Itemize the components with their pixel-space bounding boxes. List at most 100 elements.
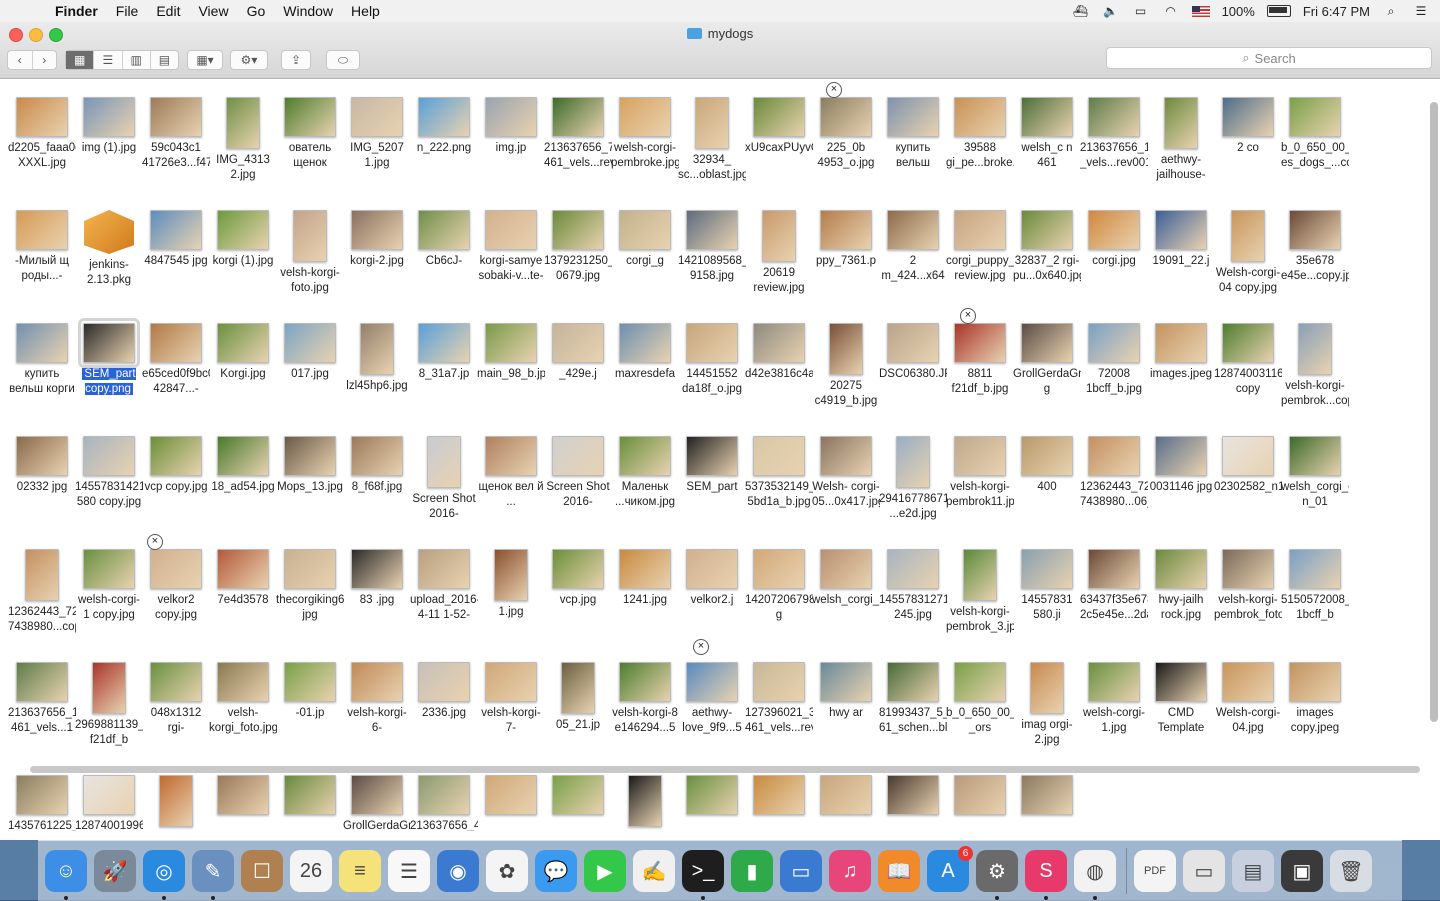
- file-item[interactable]: Welsh-corgi-04 copy.jpg: [1214, 210, 1282, 296]
- file-item[interactable]: welsh_c n 461: [1013, 97, 1081, 171]
- file-item[interactable]: 5373532149_d7fc1 5bd1a_b.jpg: [745, 436, 813, 510]
- file-item[interactable]: img.jp: [477, 97, 545, 156]
- file-item[interactable]: images copy.jpeg: [1281, 662, 1349, 736]
- dock-notes-icon[interactable]: ≡: [339, 850, 381, 892]
- file-item[interactable]: 20619 review.jpg: [745, 210, 813, 296]
- dock-downloads-stack-icon[interactable]: ▤: [1232, 850, 1274, 892]
- file-item[interactable]: velsh-korgi- pembrok...copy.jpg: [1281, 323, 1349, 409]
- file-item[interactable]: korgi-samye sobaki-v...te-23.jpg: [477, 210, 545, 284]
- file-item[interactable]: jenkins-2.13.pkg: [75, 210, 143, 288]
- file-item[interactable]: 39588 gi_pe...broke.jpg: [946, 97, 1014, 171]
- file-item[interactable]: velkor2.j: [678, 549, 746, 608]
- action-gear-button[interactable]: ⚙▾: [230, 50, 268, 70]
- dock-trash-icon[interactable]: 🗑: [1330, 850, 1372, 892]
- file-item[interactable]: corgi_g: [611, 210, 679, 269]
- cover-flow-button[interactable]: ▤: [151, 51, 178, 69]
- notification-center-icon[interactable]: ☰: [1412, 4, 1430, 18]
- file-item[interactable]: velsh-korgi_foto.jpg: [209, 662, 277, 736]
- file-item[interactable]: 0031146 jpg: [1147, 436, 1215, 495]
- file-item[interactable]: 12362443_724 7438980...copy.jpg: [8, 549, 76, 635]
- close-icon[interactable]: ×: [960, 308, 976, 324]
- battery-icon[interactable]: [1266, 5, 1291, 17]
- file-item[interactable]: IMG_5207 1.jpg: [343, 97, 411, 171]
- file-item[interactable]: Screen Shot 2016-08....40.17 PM: [544, 436, 612, 510]
- menu-window[interactable]: Window: [274, 3, 342, 19]
- menu-clock[interactable]: Fri 6:47 PM: [1303, 4, 1370, 19]
- file-item[interactable]: welsh-corgi- pembroke.jpg: [611, 97, 679, 171]
- file-item[interactable]: korgi (1).jpg: [209, 210, 277, 269]
- file-item[interactable]: welsh_corgi_1.jpg: [812, 549, 880, 608]
- file-item[interactable]: velsh-korgi- pembrok_foto.jpg: [1214, 549, 1282, 623]
- file-item[interactable]: [745, 775, 813, 819]
- file-item[interactable]: ователь щенок в...диган.jpg: [276, 97, 344, 171]
- dock-keynote-icon[interactable]: ▭: [780, 850, 822, 892]
- file-item[interactable]: 7e4d3578: [209, 549, 277, 608]
- file-item[interactable]: [946, 775, 1014, 819]
- file-item[interactable]: images.jpeg: [1147, 323, 1215, 382]
- search-field[interactable]: ⌕ Search: [1106, 47, 1432, 69]
- file-item[interactable]: corgi_puppy_7458.p review.jpg: [946, 210, 1014, 284]
- file-item[interactable]: [276, 775, 344, 819]
- battery-percent[interactable]: 100%: [1222, 4, 1255, 19]
- file-item[interactable]: 400: [1013, 436, 1081, 495]
- file-item[interactable]: 18_ad54.jpg: [209, 436, 277, 495]
- file-item[interactable]: e65ced0f9bc0 42847...-korgi.jpg: [142, 323, 210, 397]
- dock-textedit-icon[interactable]: ✍: [633, 850, 675, 892]
- file-item[interactable]: main_98_b.jpg: [477, 323, 545, 382]
- file-item[interactable]: velsh-korgi- pembrok11.jpg: [946, 436, 1014, 510]
- file-item[interactable]: 8_31a7.jp: [410, 323, 478, 382]
- file-item[interactable]: 1241.jpg: [611, 549, 679, 608]
- volume-icon[interactable]: 🔈: [1102, 4, 1120, 18]
- file-item[interactable]: [1013, 775, 1081, 819]
- file-item[interactable]: velsh-korgi- pembrok_3.jpg: [946, 549, 1014, 635]
- file-item[interactable]: 5150572008_7a701 1bcff_b copy.jpg: [1281, 549, 1349, 623]
- file-item[interactable]: Screen Shot 2016-08....59.34 PM: [410, 436, 478, 522]
- file-item[interactable]: 128740019969 copy.jpg: [75, 775, 143, 831]
- dock-chrome-icon[interactable]: ◍: [1074, 850, 1116, 900]
- file-item[interactable]: SEM_part: [678, 436, 746, 495]
- file-item[interactable]: hwy ar: [812, 662, 880, 721]
- file-item[interactable]: 2 co: [1214, 97, 1282, 156]
- horizontal-scrollbar[interactable]: [30, 766, 1420, 773]
- file-item[interactable]: -01.jp: [276, 662, 344, 721]
- file-item[interactable]: imag orgi-2.jpg: [1013, 662, 1081, 748]
- file-item[interactable]: 8811 f21df_b.jpg: [946, 323, 1014, 397]
- file-item[interactable]: 35e678 e45e...copy.jpg: [1281, 210, 1349, 284]
- file-item[interactable]: Cb6cJ-: [410, 210, 478, 269]
- file-item[interactable]: 05_21.jp: [544, 662, 612, 733]
- file-item[interactable]: velsh-korgi-7- e146294...0898.jpg: [477, 662, 545, 736]
- file-item[interactable]: velkor2 copy.jpg: [142, 549, 210, 623]
- dock-window-stack-icon[interactable]: ▣: [1281, 850, 1323, 892]
- back-button[interactable]: ‹: [8, 51, 33, 69]
- file-item[interactable]: Korgi.jpg: [209, 323, 277, 382]
- dock-photo-booth-icon[interactable]: ◉: [437, 850, 479, 892]
- file-item[interactable]: img (1).jpg: [75, 97, 143, 156]
- file-item[interactable]: 8_f68f.jpg: [343, 436, 411, 495]
- file-item[interactable]: 81993437_5_644x4 61_schen...blast.jpg: [879, 662, 947, 736]
- file-item[interactable]: 12362443_7241924 7438980...06_n.jpg: [1080, 436, 1148, 510]
- menu-view[interactable]: View: [189, 3, 237, 19]
- arrange-button[interactable]: ▦▾: [187, 50, 223, 70]
- dock-safari-icon[interactable]: ◎: [143, 850, 185, 900]
- file-item[interactable]: hwy-jailh rock.jpg: [1147, 549, 1215, 623]
- file-item[interactable]: [477, 775, 545, 819]
- dock-document-icon[interactable]: PDF: [1134, 850, 1176, 892]
- dock-slack-icon[interactable]: S: [1025, 850, 1067, 900]
- docker-icon[interactable]: ⛴: [1072, 4, 1090, 18]
- file-item[interactable]: 048x1312 rgi-so...radost.jpg: [142, 662, 210, 736]
- file-item[interactable]: Welsh- corgi-05...0x417.jpg: [812, 436, 880, 510]
- file-item[interactable]: vcp copy.jpg: [142, 436, 210, 495]
- file-item[interactable]: 213637656_1_644x 461_vels...1 copy.jpg: [8, 662, 76, 736]
- file-item[interactable]: welsh_corgi_cardiga n_01 copy.jpg: [1281, 436, 1349, 510]
- dock-finder-icon[interactable]: ☺: [45, 850, 87, 900]
- menu-edit[interactable]: Edit: [147, 3, 189, 19]
- file-item[interactable]: -Милый щ роды...-корги.jpg: [8, 210, 76, 284]
- file-item[interactable]: купить вельш корги copy.jpg: [8, 323, 76, 397]
- file-item[interactable]: aethwy- love_9f9...5: [678, 662, 746, 736]
- menu-help[interactable]: Help: [342, 3, 389, 19]
- vertical-scrollbar[interactable]: [1430, 102, 1438, 722]
- file-item[interactable]: 14451552 da18f_o.jpg: [678, 323, 746, 397]
- menu-app-name[interactable]: Finder: [46, 3, 107, 19]
- column-view-button[interactable]: ▥: [123, 51, 151, 69]
- forward-button[interactable]: ›: [33, 51, 57, 69]
